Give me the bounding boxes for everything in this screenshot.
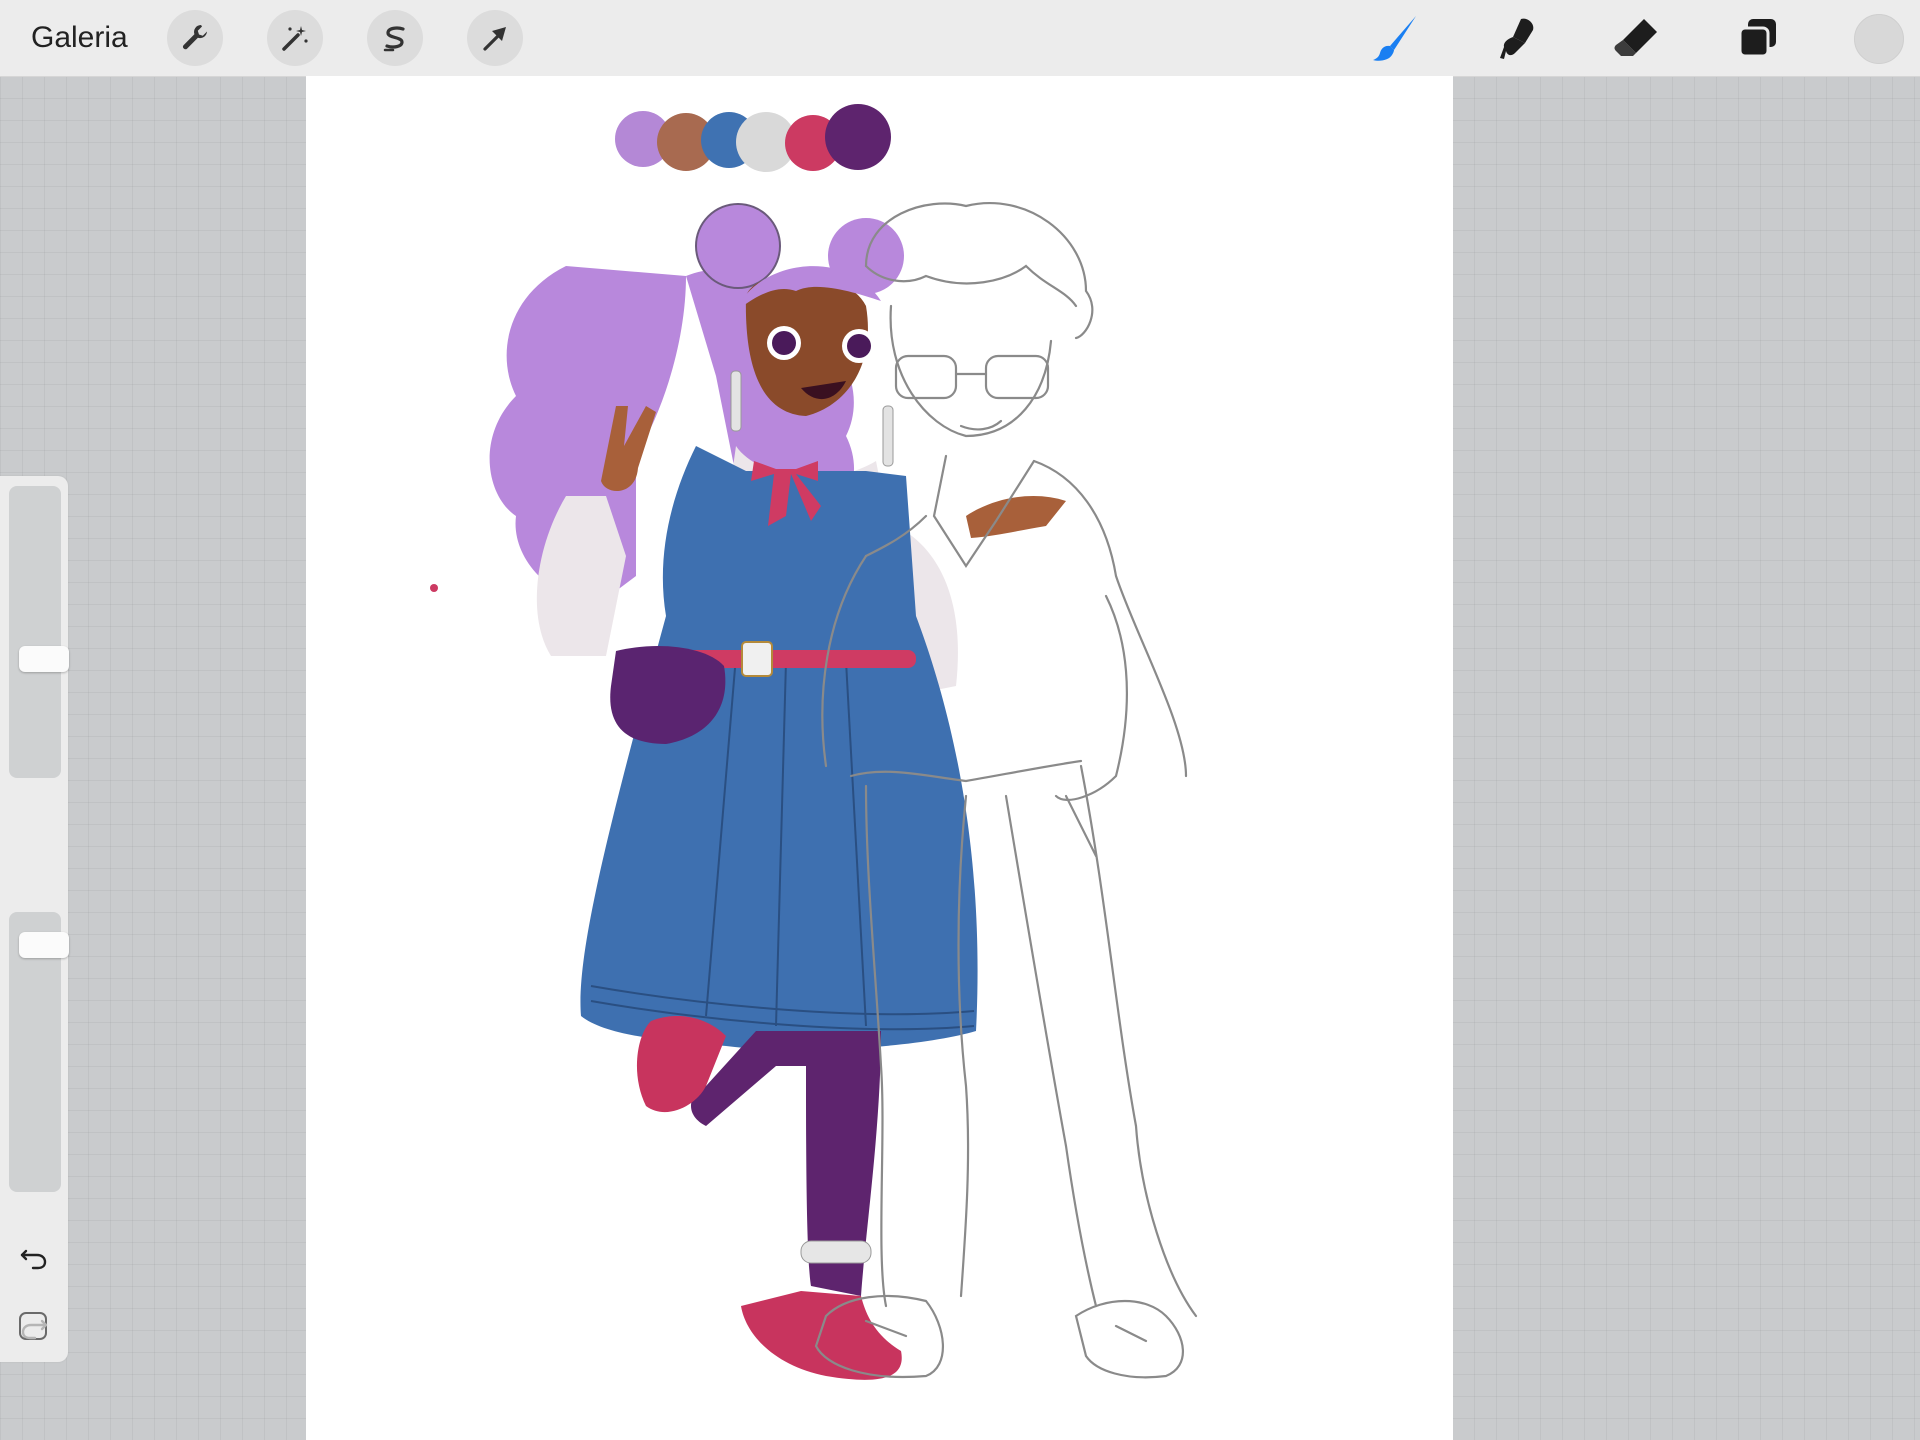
selection-button[interactable] bbox=[367, 10, 423, 66]
brush-size-thumb[interactable] bbox=[19, 646, 69, 672]
layers-icon bbox=[1735, 15, 1781, 61]
eraser-icon bbox=[1611, 13, 1661, 63]
arrow-cursor-icon bbox=[479, 22, 511, 54]
top-toolbar: Galeria bbox=[0, 0, 1920, 77]
wrench-icon bbox=[179, 22, 211, 54]
selection-s-icon bbox=[379, 22, 411, 54]
paint-dot bbox=[430, 584, 438, 592]
girl-figure bbox=[489, 203, 1066, 1380]
transform-button[interactable] bbox=[467, 10, 523, 66]
magic-wand-icon bbox=[279, 22, 311, 54]
smudge-icon bbox=[1491, 13, 1541, 63]
redo-icon bbox=[17, 1309, 51, 1343]
actions-button[interactable] bbox=[167, 10, 223, 66]
opacity-slider[interactable] bbox=[9, 912, 69, 1192]
gallery-button[interactable]: Galeria bbox=[31, 18, 128, 58]
layers-button[interactable] bbox=[1730, 10, 1786, 66]
left-sidebar bbox=[0, 476, 69, 1362]
brush-size-slider[interactable] bbox=[9, 486, 69, 778]
undo-icon bbox=[17, 1239, 51, 1273]
color-palette-swatches bbox=[615, 104, 891, 172]
undo-button[interactable] bbox=[14, 1236, 54, 1276]
opacity-thumb[interactable] bbox=[19, 932, 69, 958]
adjustments-button[interactable] bbox=[267, 10, 323, 66]
redo-button[interactable] bbox=[14, 1306, 54, 1346]
drawing-canvas[interactable] bbox=[306, 76, 1453, 1440]
color-picker-button[interactable] bbox=[1854, 14, 1904, 64]
brush-icon bbox=[1370, 12, 1422, 64]
artwork bbox=[430, 104, 1198, 1380]
eraser-tool-button[interactable] bbox=[1608, 10, 1664, 66]
smudge-tool-button[interactable] bbox=[1488, 10, 1544, 66]
brush-tool-button[interactable] bbox=[1368, 10, 1424, 66]
